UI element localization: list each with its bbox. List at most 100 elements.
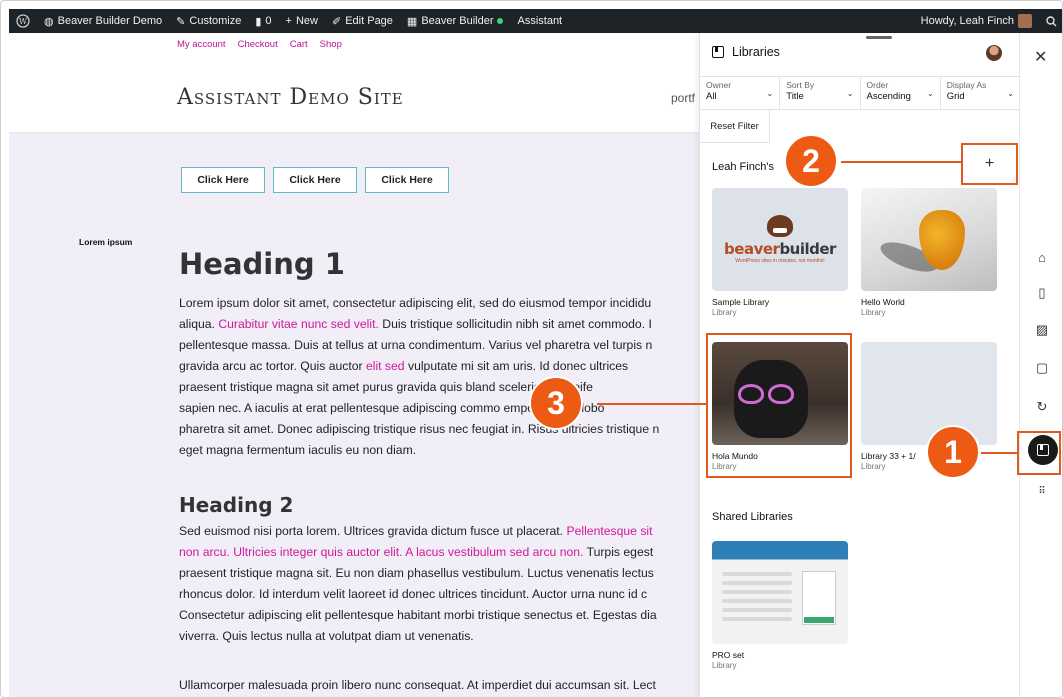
library-card-hello-world[interactable]: Hello World Library xyxy=(861,188,997,317)
library-thumbnail xyxy=(861,188,997,291)
callout-2: 2 xyxy=(784,134,838,188)
drag-handle[interactable] xyxy=(866,36,892,39)
image-icon[interactable]: ▨ xyxy=(1032,320,1052,340)
inline-link[interactable]: elit sed xyxy=(366,359,405,373)
customize-link[interactable]: ✎ Customize xyxy=(169,9,248,33)
admin-bar: W ◍ Beaver Builder Demo ✎ Customize ▮ 0 … xyxy=(9,9,1062,33)
wordpress-icon[interactable]: W xyxy=(9,9,37,33)
library-thumbnail xyxy=(712,541,848,644)
dashboard-icon: ◍ xyxy=(44,15,54,28)
heading-2: Heading 2 xyxy=(179,493,294,517)
heading-1: Heading 1 xyxy=(179,247,345,281)
sort-by-select[interactable]: Sort By Title ⌄ xyxy=(780,77,861,109)
paragraph-line: sapien nec. A iaculis at erat pellentesq… xyxy=(179,401,605,415)
account-menu[interactable]: Howdy, Leah Finch xyxy=(914,9,1039,33)
filter-label: Sort By xyxy=(786,80,815,90)
paragraph-line: non arcu. Ultricies integer quis auctor … xyxy=(179,542,699,563)
paragraph-line: viverra. Quis lectus nulla at volutpat d… xyxy=(179,629,474,643)
nav-checkout[interactable]: Checkout xyxy=(238,39,278,50)
pencil-icon: ✐ xyxy=(332,15,342,28)
page-icon[interactable]: ▯ xyxy=(1032,283,1052,303)
inline-link[interactable]: non arcu. Ultricies integer quis auctor … xyxy=(179,545,583,559)
plus-icon: + xyxy=(984,155,995,172)
apps-grid-icon[interactable]: ⠿ xyxy=(1032,481,1052,501)
display-as-select[interactable]: Display As Grid ⌄ xyxy=(941,77,1020,109)
text-run: gravida arcu ac tortor. Quis auctor xyxy=(179,359,366,373)
library-name: PRO set xyxy=(712,650,745,660)
beaver-builder-label: Beaver Builder xyxy=(421,15,494,27)
home-icon[interactable]: ⌂ xyxy=(1032,247,1052,267)
add-library-button[interactable]: + xyxy=(961,143,1018,185)
beaver-builder-logo: beaverbuilder xyxy=(724,240,836,258)
callout-3: 3 xyxy=(529,376,583,430)
nav-my-account[interactable]: My account xyxy=(177,39,226,50)
refresh-icon[interactable]: ↻ xyxy=(1032,397,1052,417)
inline-link[interactable]: Pellentesque sit xyxy=(566,524,652,538)
site-name-link[interactable]: ◍ Beaver Builder Demo xyxy=(37,9,169,33)
paragraph-3: Ullamcorper malesuada proin libero nunc … xyxy=(179,675,699,696)
owner-select[interactable]: Owner All ⌄ xyxy=(700,77,781,109)
click-here-button-2[interactable]: Click Here xyxy=(273,167,357,193)
text-run: Turpis egest xyxy=(583,545,654,559)
highlight-box-hola-mundo xyxy=(706,333,852,478)
click-here-button-3[interactable]: Click Here xyxy=(365,167,449,193)
paragraph-line: eget magna fermentum iaculis eu non diam… xyxy=(179,443,417,457)
comment-icon[interactable]: ▢ xyxy=(1032,358,1052,378)
libraries-icon xyxy=(712,46,724,58)
click-here-button-1[interactable]: Click Here xyxy=(181,167,265,193)
avatar[interactable] xyxy=(986,45,1002,61)
builder-right-rail: ✕ ⌂ ▯ ▨ ▢ ↻ ⠿ xyxy=(1019,33,1062,697)
chevron-down-icon: ⌄ xyxy=(846,89,854,98)
text-run: Sed euismod nisi porta lorem. Ultrices g… xyxy=(179,524,567,538)
close-icon[interactable]: ✕ xyxy=(1034,47,1047,67)
site-preview: My account Checkout Cart Shop Assistant … xyxy=(9,33,699,697)
button-row: Click Here Click Here Click Here xyxy=(181,167,449,193)
new-link[interactable]: + New xyxy=(279,9,325,33)
inline-link[interactable]: Curabitur vitae nunc sed velit. xyxy=(218,317,379,331)
callout-1: 1 xyxy=(926,425,980,479)
nav-shop[interactable]: Shop xyxy=(320,39,342,50)
preview-button-image xyxy=(804,617,834,623)
reset-filter-button[interactable]: Reset Filter xyxy=(700,110,770,143)
callout-connector xyxy=(981,452,1019,454)
library-type: Library xyxy=(712,308,737,317)
comment-icon: ▮ xyxy=(255,15,262,28)
assistant-link[interactable]: Assistant xyxy=(510,9,569,33)
nav-portfolio-partial[interactable]: portf xyxy=(671,91,695,105)
library-type: Library xyxy=(861,308,886,317)
filter-label: Display As xyxy=(946,80,987,90)
comments-link[interactable]: ▮ 0 xyxy=(248,9,278,33)
order-select[interactable]: Order Ascending ⌄ xyxy=(861,77,941,109)
paragraph-line: pellentesque massa. Duis at tellus at ur… xyxy=(179,338,653,352)
site-title[interactable]: Assistant Demo Site xyxy=(177,85,404,110)
site-name-label: Beaver Builder Demo xyxy=(57,15,163,27)
brush-icon: ✎ xyxy=(176,15,186,28)
filter-value: All xyxy=(706,91,717,102)
avatar xyxy=(1018,14,1032,28)
library-thumbnail: beaverbuilder WordPress sites in minutes… xyxy=(712,188,848,291)
svg-text:W: W xyxy=(19,17,28,26)
panel-title-label: Libraries xyxy=(732,45,780,59)
logo-text: builder xyxy=(779,240,836,258)
beaver-builder-link[interactable]: ▦ Beaver Builder xyxy=(400,9,511,33)
preview-line xyxy=(722,599,792,603)
filter-value: Ascending xyxy=(866,91,911,102)
library-card-sample-library[interactable]: beaverbuilder WordPress sites in minutes… xyxy=(712,188,848,317)
edit-page-link[interactable]: ✐ Edit Page xyxy=(325,9,400,33)
paragraph-line: Ullamcorper malesuada proin libero nunc … xyxy=(179,678,656,692)
beaver-logo-icon xyxy=(767,215,793,237)
filter-value: Title xyxy=(786,91,804,102)
library-type: Library xyxy=(712,661,737,670)
chevron-down-icon: ⌄ xyxy=(766,89,774,98)
logo-tagline: WordPress sites in minutes, not months! xyxy=(735,258,825,264)
preview-line xyxy=(722,617,792,621)
nav-cart[interactable]: Cart xyxy=(290,39,308,50)
app-window: W ◍ Beaver Builder Demo ✎ Customize ▮ 0 … xyxy=(0,0,1063,698)
library-card-pro-set[interactable]: PRO set Library xyxy=(712,541,848,670)
paragraph-line: pharetra sit amet. Donec adipiscing tris… xyxy=(179,422,660,436)
callout-connector xyxy=(597,403,707,405)
layout-preview-image xyxy=(722,567,792,637)
howdy-label: Howdy, Leah Finch xyxy=(920,15,1014,27)
search-icon[interactable] xyxy=(1039,9,1062,33)
paragraph-line: Consectetur adipiscing elit pellentesque… xyxy=(179,608,657,622)
